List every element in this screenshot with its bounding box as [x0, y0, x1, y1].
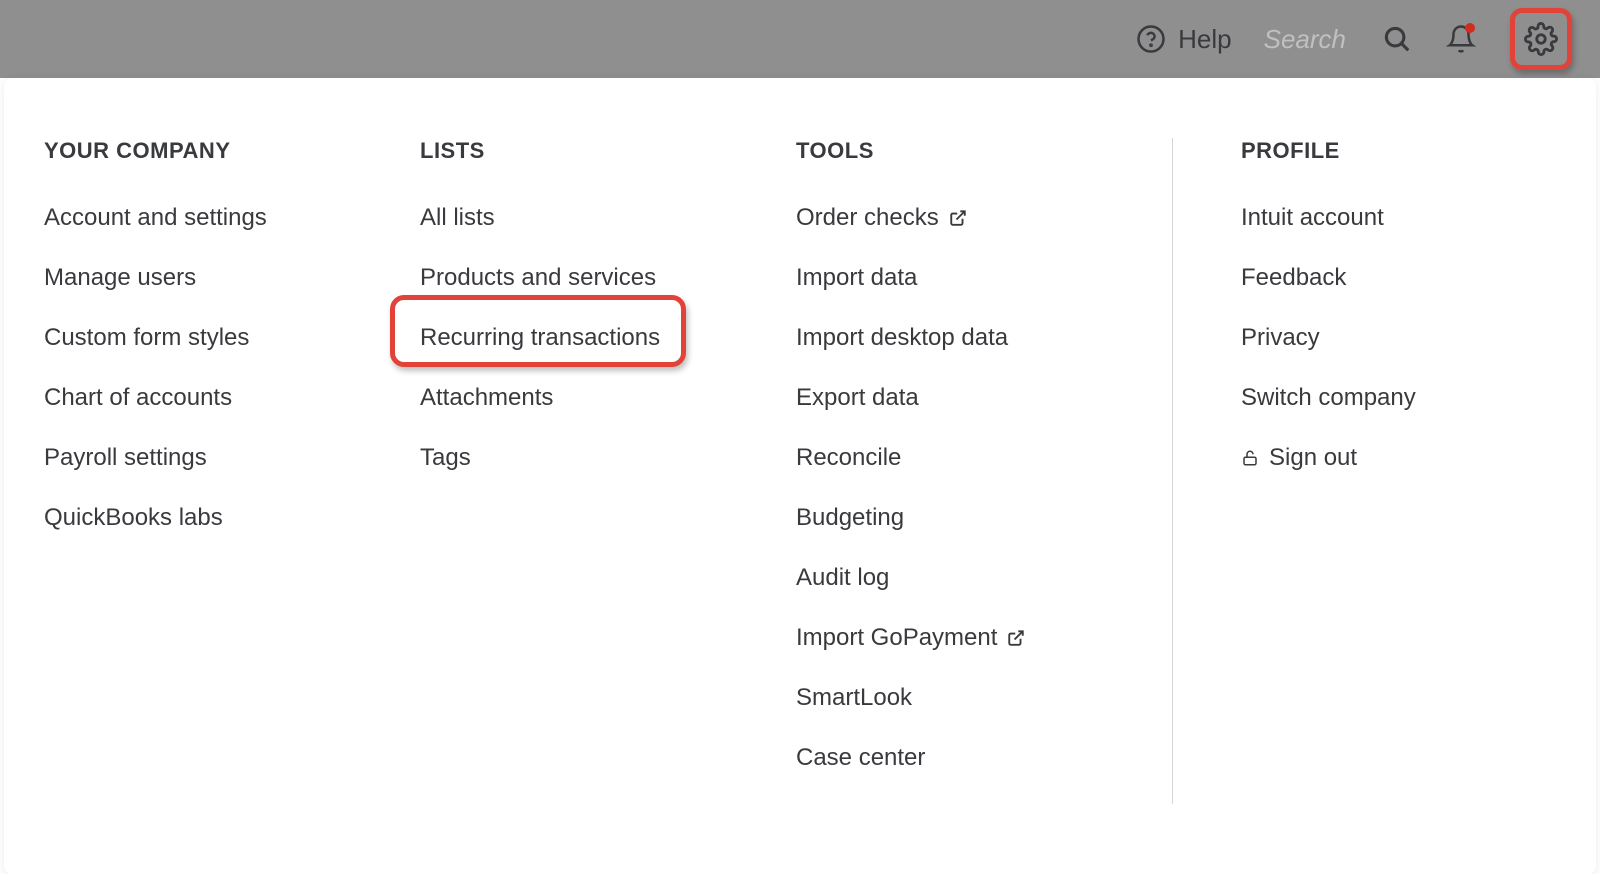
heading-lists: LISTS: [420, 138, 796, 164]
notification-dot: [1465, 23, 1475, 33]
menu-item-chart-of-accounts[interactable]: Chart of accounts: [44, 384, 420, 412]
column-tools: TOOLS Order checks Import data Import de…: [796, 138, 1172, 804]
settings-button[interactable]: [1510, 8, 1572, 70]
column-your-company: YOUR COMPANY Account and settings Manage…: [44, 138, 420, 804]
menu-item-payroll-settings[interactable]: Payroll settings: [44, 444, 420, 472]
menu-item-manage-users[interactable]: Manage users: [44, 264, 420, 292]
menu-item-tags[interactable]: Tags: [420, 444, 796, 472]
settings-mega-menu: YOUR COMPANY Account and settings Manage…: [4, 78, 1596, 874]
heading-profile: PROFILE: [1241, 138, 1556, 164]
menu-item-case-center[interactable]: Case center: [796, 744, 1172, 772]
external-link-icon: [949, 209, 967, 227]
menu-item-reconcile[interactable]: Reconcile: [796, 444, 1172, 472]
menu-item-all-lists[interactable]: All lists: [420, 204, 796, 232]
menu-item-privacy[interactable]: Privacy: [1241, 324, 1556, 352]
menu-item-audit-log[interactable]: Audit log: [796, 564, 1172, 592]
menu-item-intuit-account[interactable]: Intuit account: [1241, 204, 1556, 232]
search-placeholder: Search: [1264, 24, 1346, 55]
menu-item-smartlook[interactable]: SmartLook: [796, 684, 1172, 712]
gear-icon: [1524, 22, 1558, 56]
menu-item-import-desktop-data[interactable]: Import desktop data: [796, 324, 1172, 352]
menu-item-attachments[interactable]: Attachments: [420, 384, 796, 412]
menu-item-budgeting[interactable]: Budgeting: [796, 504, 1172, 532]
notifications-button[interactable]: [1444, 22, 1478, 56]
help-label: Help: [1178, 24, 1231, 55]
lock-open-icon: [1241, 448, 1259, 468]
column-profile: PROFILE Intuit account Feedback Privacy …: [1173, 138, 1556, 804]
heading-tools: TOOLS: [796, 138, 1172, 164]
menu-item-account-and-settings[interactable]: Account and settings: [44, 204, 420, 232]
menu-item-order-checks[interactable]: Order checks: [796, 204, 1172, 232]
search-icon: [1382, 24, 1412, 54]
menu-item-quickbooks-labs[interactable]: QuickBooks labs: [44, 504, 420, 532]
menu-item-products-and-services[interactable]: Products and services: [420, 264, 796, 292]
topbar: Help Search: [0, 0, 1600, 78]
external-link-icon: [1007, 629, 1025, 647]
help-button[interactable]: Help: [1136, 24, 1231, 55]
search-group[interactable]: Search: [1264, 24, 1412, 55]
menu-item-export-data[interactable]: Export data: [796, 384, 1172, 412]
menu-item-import-data[interactable]: Import data: [796, 264, 1172, 292]
heading-your-company: YOUR COMPANY: [44, 138, 420, 164]
menu-item-sign-out[interactable]: Sign out: [1241, 444, 1556, 472]
menu-item-feedback[interactable]: Feedback: [1241, 264, 1556, 292]
menu-item-switch-company[interactable]: Switch company: [1241, 384, 1556, 412]
help-icon: [1136, 24, 1166, 54]
column-lists: LISTS All lists Products and services Re…: [420, 138, 796, 804]
menu-item-custom-form-styles[interactable]: Custom form styles: [44, 324, 420, 352]
menu-item-import-gopayment[interactable]: Import GoPayment: [796, 624, 1172, 652]
menu-item-recurring-transactions[interactable]: Recurring transactions: [420, 324, 796, 352]
